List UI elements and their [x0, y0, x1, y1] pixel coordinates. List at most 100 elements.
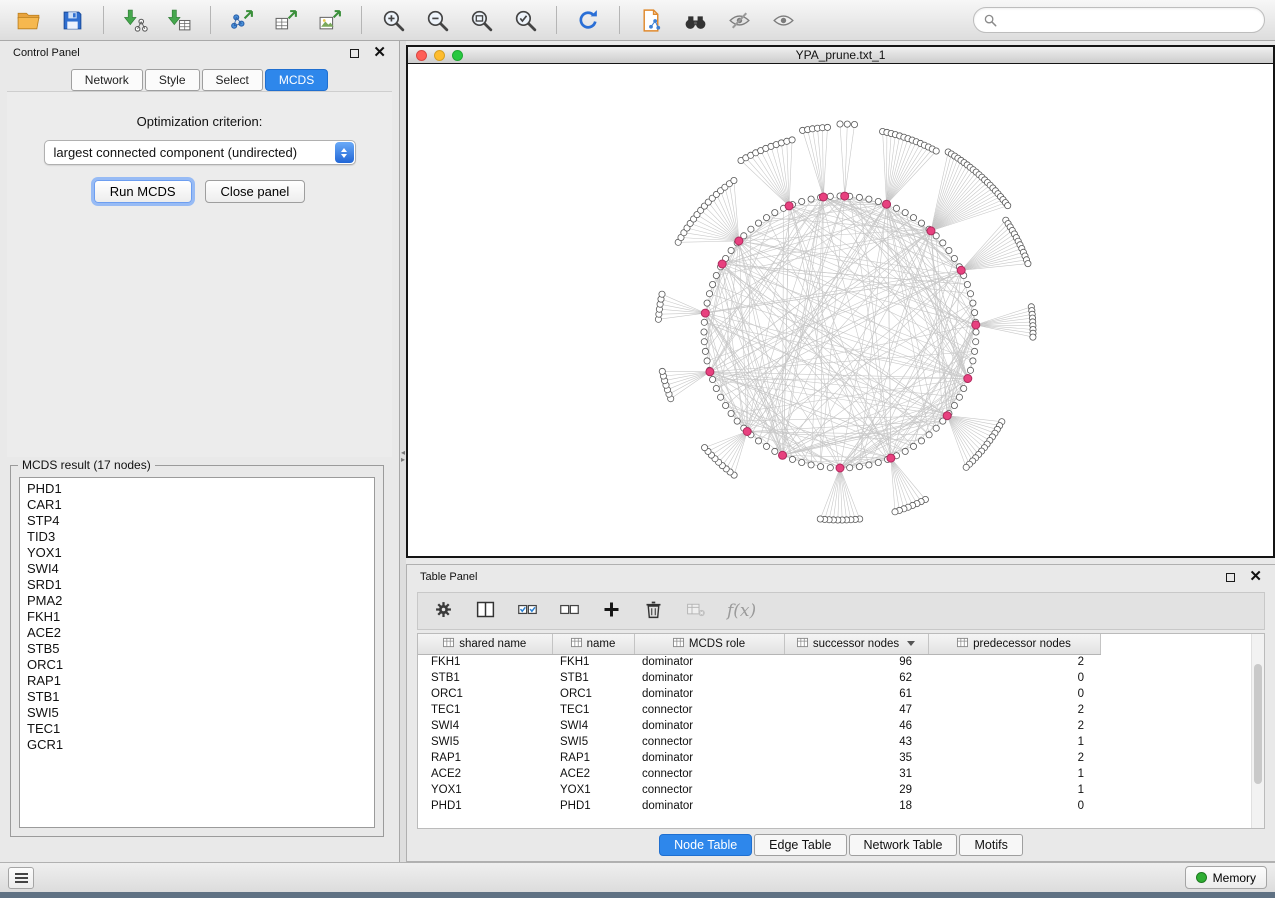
scrollbar-thumb[interactable] — [1254, 664, 1262, 784]
cell-name[interactable]: FKH1 — [552, 654, 634, 670]
mcds-result-item[interactable]: STB1 — [27, 689, 367, 705]
cell-shared-name[interactable]: PHD1 — [418, 798, 552, 814]
network-window-titlebar[interactable]: YPA_prune.txt_1 — [408, 47, 1273, 64]
mcds-result-list[interactable]: PHD1CAR1STP4TID3YOX1SWI4SRD1PMA2FKH1ACE2… — [19, 477, 375, 828]
mcds-result-item[interactable]: SRD1 — [27, 577, 367, 593]
cell-successor-nodes[interactable]: 18 — [784, 798, 928, 814]
cell-predecessor-nodes[interactable]: 1 — [928, 782, 1100, 798]
zoom-out-button[interactable] — [419, 4, 455, 36]
zoom-selected-button[interactable] — [507, 4, 543, 36]
cell-predecessor-nodes[interactable]: 1 — [928, 734, 1100, 750]
cell-successor-nodes[interactable]: 43 — [784, 734, 928, 750]
cell-mcds-role[interactable]: dominator — [634, 718, 784, 734]
import-table-button[interactable] — [161, 4, 197, 36]
cell-predecessor-nodes[interactable]: 1 — [928, 766, 1100, 782]
search-network-button[interactable] — [677, 4, 713, 36]
mcds-result-item[interactable]: FKH1 — [27, 609, 367, 625]
cell-predecessor-nodes[interactable]: 0 — [928, 670, 1100, 686]
cell-predecessor-nodes[interactable]: 0 — [928, 798, 1100, 814]
table-row[interactable]: FKH1FKH1dominator962 — [418, 654, 1100, 670]
float-panel-icon[interactable] — [350, 49, 359, 58]
mcds-result-item[interactable]: ORC1 — [27, 657, 367, 673]
add-row-button[interactable] — [601, 599, 622, 623]
cell-shared-name[interactable]: ORC1 — [418, 686, 552, 702]
cell-mcds-role[interactable]: dominator — [634, 686, 784, 702]
cell-shared-name[interactable]: YOX1 — [418, 782, 552, 798]
zoom-fit-button[interactable] — [463, 4, 499, 36]
export-image-button[interactable] — [312, 4, 348, 36]
cell-successor-nodes[interactable]: 29 — [784, 782, 928, 798]
run-mcds-button[interactable]: Run MCDS — [94, 180, 192, 203]
column-header-predecessor-nodes[interactable]: predecessor nodes — [928, 634, 1100, 654]
tab-style[interactable]: Style — [145, 69, 200, 91]
export-network-button[interactable] — [224, 4, 260, 36]
mcds-result-item[interactable]: TEC1 — [27, 721, 367, 737]
table-row[interactable]: STB1STB1dominator620 — [418, 670, 1100, 686]
mcds-result-item[interactable]: ACE2 — [27, 625, 367, 641]
mcds-result-item[interactable]: SWI5 — [27, 705, 367, 721]
save-session-button[interactable] — [54, 4, 90, 36]
network-canvas[interactable] — [408, 64, 1273, 556]
mcds-result-item[interactable]: SWI4 — [27, 561, 367, 577]
cell-shared-name[interactable]: TEC1 — [418, 702, 552, 718]
delete-row-button[interactable] — [643, 599, 664, 623]
search-input[interactable] — [1003, 13, 1254, 27]
hide-panels-button[interactable] — [721, 4, 757, 36]
cell-mcds-role[interactable]: connector — [634, 766, 784, 782]
cell-successor-nodes[interactable]: 47 — [784, 702, 928, 718]
window-maximize-icon[interactable] — [452, 50, 463, 61]
network-search-box[interactable] — [973, 7, 1265, 33]
cell-predecessor-nodes[interactable]: 0 — [928, 686, 1100, 702]
cell-name[interactable]: SWI5 — [552, 734, 634, 750]
cell-mcds-role[interactable]: dominator — [634, 750, 784, 766]
cell-predecessor-nodes[interactable]: 2 — [928, 654, 1100, 670]
function-builder-button[interactable]: f(x) — [727, 601, 756, 621]
column-header-mcds-role[interactable]: MCDS role — [634, 634, 784, 654]
mcds-result-item[interactable]: TID3 — [27, 529, 367, 545]
cell-successor-nodes[interactable]: 35 — [784, 750, 928, 766]
table-scrollbar[interactable] — [1251, 634, 1264, 828]
tab-edge-table[interactable]: Edge Table — [754, 834, 846, 856]
deselect-all-button[interactable] — [559, 599, 580, 623]
tab-mcds[interactable]: MCDS — [265, 69, 328, 91]
node-table[interactable]: shared namenameMCDS rolesuccessor nodesp… — [418, 634, 1101, 814]
cell-shared-name[interactable]: RAP1 — [418, 750, 552, 766]
mcds-result-item[interactable]: PHD1 — [27, 481, 367, 497]
select-all-button[interactable] — [517, 599, 538, 623]
cell-name[interactable]: ACE2 — [552, 766, 634, 782]
splitter-grip-icon[interactable]: ◂▸ — [401, 449, 405, 463]
refresh-button[interactable] — [570, 4, 606, 36]
mcds-result-item[interactable]: YOX1 — [27, 545, 367, 561]
mcds-result-item[interactable]: STP4 — [27, 513, 367, 529]
mcds-result-item[interactable]: CAR1 — [27, 497, 367, 513]
cell-mcds-role[interactable]: dominator — [634, 654, 784, 670]
table-row[interactable]: SWI4SWI4dominator462 — [418, 718, 1100, 734]
disabled-table-button[interactable] — [685, 599, 706, 623]
cell-mcds-role[interactable]: connector — [634, 702, 784, 718]
table-row[interactable]: SWI5SWI5connector431 — [418, 734, 1100, 750]
cell-name[interactable]: ORC1 — [552, 686, 634, 702]
mcds-result-item[interactable]: STB5 — [27, 641, 367, 657]
table-row[interactable]: RAP1RAP1dominator352 — [418, 750, 1100, 766]
cell-mcds-role[interactable]: dominator — [634, 670, 784, 686]
cell-shared-name[interactable]: SWI4 — [418, 718, 552, 734]
tab-network[interactable]: Network — [71, 69, 143, 91]
column-header-successor-nodes[interactable]: successor nodes — [784, 634, 928, 654]
column-header-shared-name[interactable]: shared name — [418, 634, 552, 654]
memory-button[interactable]: Memory — [1185, 866, 1267, 889]
cell-successor-nodes[interactable]: 96 — [784, 654, 928, 670]
cell-mcds-role[interactable]: connector — [634, 782, 784, 798]
close-panel-icon[interactable]: ✕ — [373, 48, 386, 58]
optimization-criterion-select[interactable]: largest connected component (undirected) — [44, 140, 356, 165]
export-table-button[interactable] — [268, 4, 304, 36]
close-table-panel-icon[interactable]: ✕ — [1249, 572, 1262, 582]
zoom-in-button[interactable] — [375, 4, 411, 36]
tab-network-table[interactable]: Network Table — [849, 834, 958, 856]
import-network-button[interactable] — [117, 4, 153, 36]
cell-mcds-role[interactable]: connector — [634, 734, 784, 750]
cell-shared-name[interactable]: FKH1 — [418, 654, 552, 670]
window-close-icon[interactable] — [416, 50, 427, 61]
open-file-button[interactable] — [10, 4, 46, 36]
cell-shared-name[interactable]: ACE2 — [418, 766, 552, 782]
status-menu-button[interactable] — [8, 867, 34, 889]
